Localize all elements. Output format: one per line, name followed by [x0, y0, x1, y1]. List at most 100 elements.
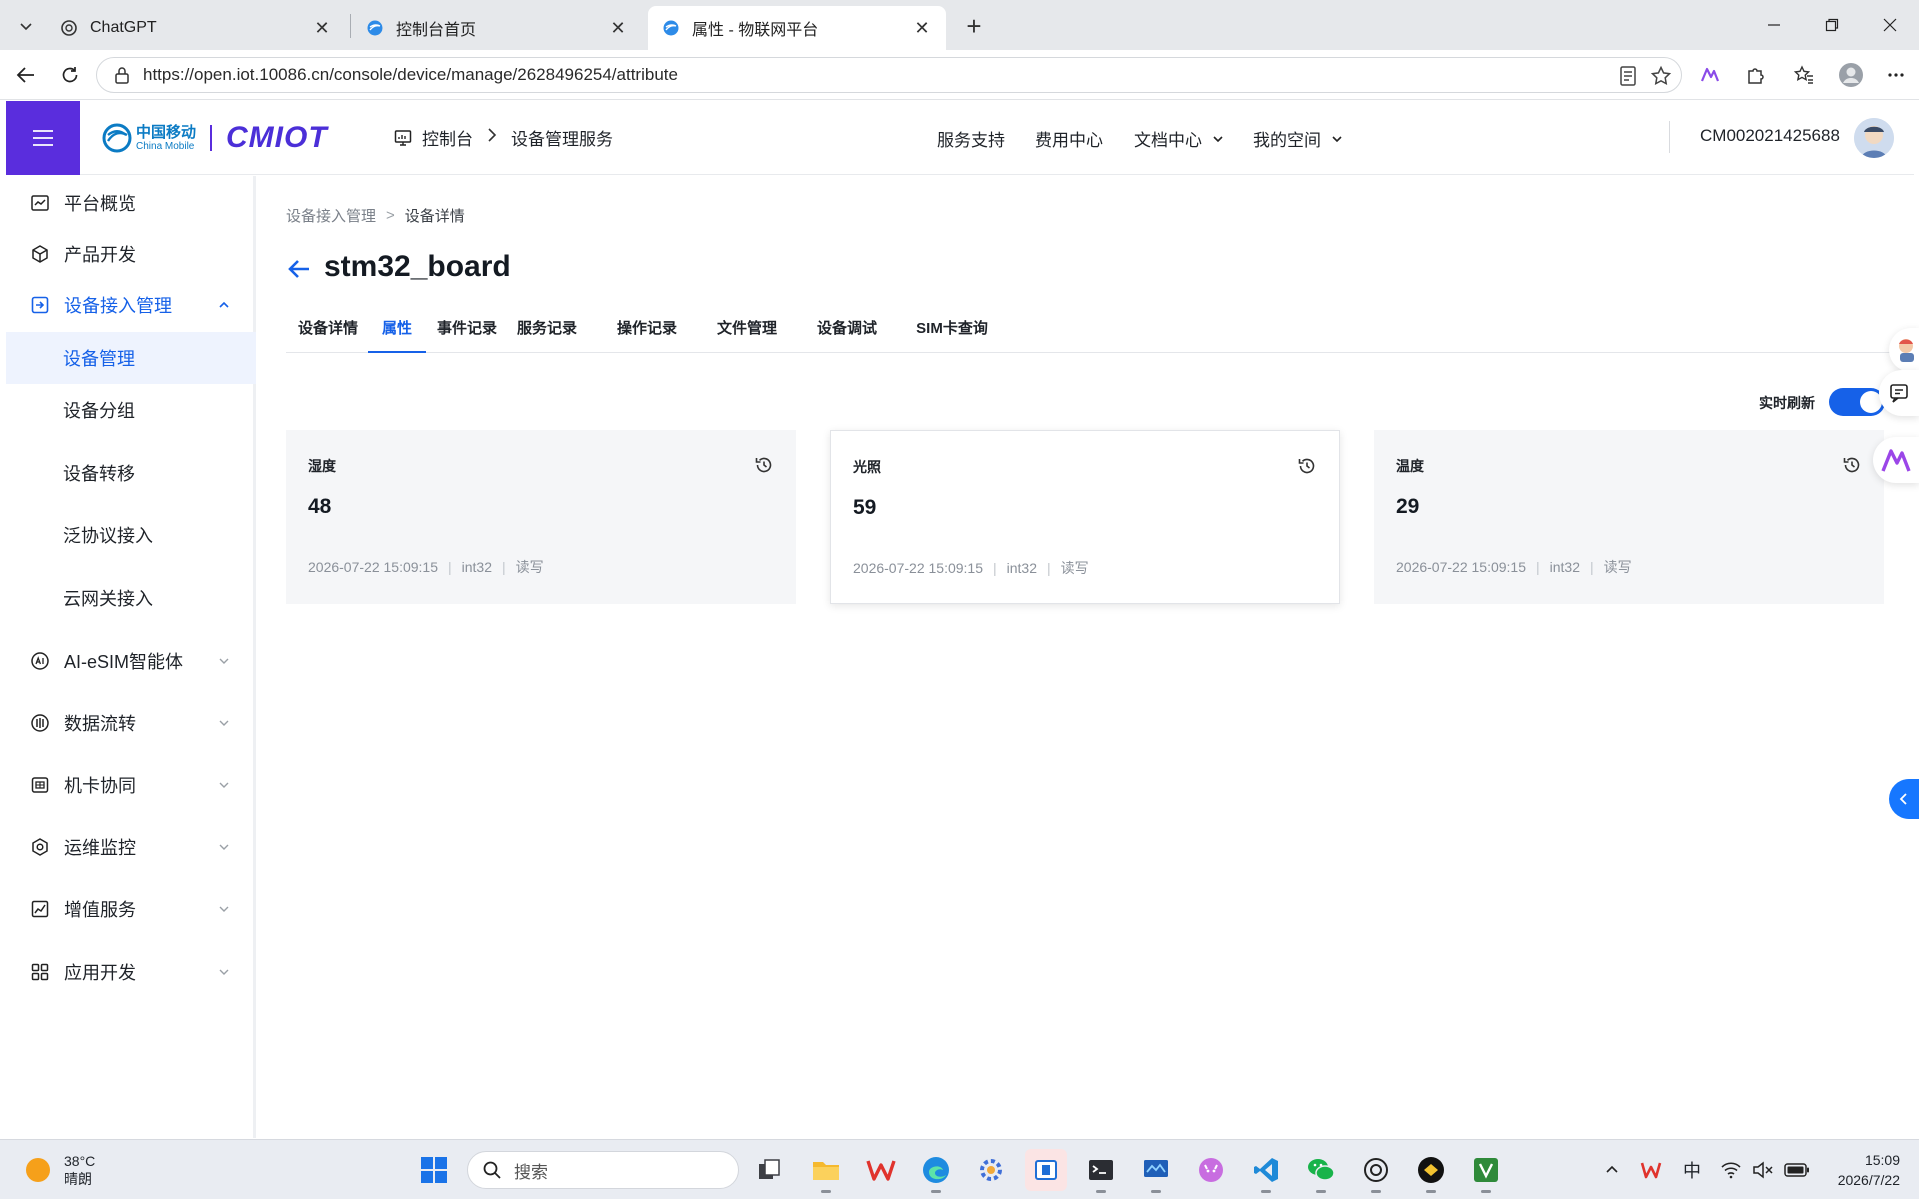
tab-event-records[interactable]: 事件记录 — [432, 317, 502, 353]
taskbar-app-cat[interactable] — [1190, 1149, 1232, 1191]
close-icon[interactable]: ✕ — [608, 18, 628, 38]
sidebar-subitem-device-transfer[interactable]: 设备转移 — [6, 447, 256, 499]
taskbar-app-green[interactable] — [1465, 1149, 1507, 1193]
sidebar-item-product-dev[interactable]: 产品开发 — [6, 229, 256, 279]
tab-attribute[interactable]: 属性 — [368, 317, 426, 353]
tray-overflow-button[interactable] — [1600, 1158, 1624, 1182]
sidebar-subitem-cloud-gateway[interactable]: 云网关接入 — [6, 572, 256, 624]
profile-button[interactable] — [1835, 59, 1867, 91]
minimize-button[interactable] — [1745, 0, 1803, 50]
taskbar-vscode[interactable] — [1245, 1149, 1287, 1193]
tab-label: 设备调试 — [816, 320, 877, 337]
tab-actions-menu-button[interactable] — [10, 10, 42, 42]
taskbar-app-gear[interactable] — [970, 1149, 1012, 1191]
sidebar-subitem-generic-protocol[interactable]: 泛协议接入 — [6, 509, 256, 561]
realtime-refresh-label: 实时刷新 — [1759, 395, 1815, 411]
favorite-star-icon[interactable] — [1650, 65, 1672, 87]
ime-indicator[interactable]: 中 — [1680, 1158, 1704, 1182]
weather-widget[interactable]: 38°C 晴朗 — [26, 1152, 95, 1188]
arrow-left-icon — [16, 67, 34, 83]
my-space-menu[interactable]: 我的空间 — [1253, 126, 1343, 151]
site-info-icon[interactable] — [111, 64, 133, 86]
avatar[interactable] — [1854, 118, 1894, 158]
close-window-button[interactable] — [1861, 0, 1919, 50]
header-crumb-console[interactable]: 控制台 — [422, 125, 473, 150]
breadcrumb-device-access[interactable]: 设备接入管理 — [286, 205, 376, 226]
url-text[interactable]: https://open.iot.10086.cn/console/device… — [143, 65, 678, 85]
taskbar-terminal[interactable] — [1080, 1149, 1122, 1193]
browser-tab-attribute[interactable]: 属性 - 物联网平台 ✕ — [648, 6, 946, 50]
browser-tab-console-home[interactable]: 控制台首页 ✕ — [352, 6, 642, 50]
sidebar-item-ai-esim[interactable]: AI-eSIM智能体 — [6, 636, 256, 686]
sidebar-subitem-device-manage[interactable]: 设备管理 — [6, 332, 256, 384]
header-crumb-device-service[interactable]: 设备管理服务 — [511, 125, 613, 150]
system-clock[interactable]: 15:09 2026/7/22 — [1820, 1150, 1900, 1190]
taskbar-task-view[interactable] — [748, 1149, 790, 1191]
taskbar-app-monitor[interactable] — [1135, 1149, 1177, 1193]
reload-button[interactable] — [54, 59, 86, 91]
windows-start-icon[interactable] — [420, 1156, 448, 1184]
taskbar-wps[interactable] — [860, 1149, 902, 1191]
favorites-button[interactable] — [1788, 59, 1820, 91]
terminal-icon — [1089, 1160, 1113, 1180]
history-icon[interactable] — [1842, 455, 1862, 475]
realtime-refresh-toggle[interactable] — [1829, 388, 1885, 416]
logo[interactable]: 中国移动 China Mobile CMIOT — [102, 119, 328, 157]
feedback-button[interactable] — [1879, 370, 1919, 416]
taskbar: 38°C 晴朗 搜索 中 15:09 2026/7/22 — [0, 1139, 1919, 1199]
tab-sim-query[interactable]: SIM卡查询 — [912, 317, 992, 353]
close-icon[interactable]: ✕ — [312, 18, 332, 38]
property-card-humidity[interactable]: 湿度 48 2026-07-22 15:09:15 | int32 | 读写 — [286, 430, 796, 604]
main-content: 设备接入管理 > 设备详情 stm32_board 设备详情 属性 事件记录 服… — [262, 176, 1914, 1138]
sidebar-item-platform-overview[interactable]: 平台概览 — [6, 178, 256, 228]
taskbar-edge[interactable] — [915, 1149, 957, 1193]
menu-toggle-button[interactable] — [6, 101, 80, 175]
tab-device-detail[interactable]: 设备详情 — [286, 317, 370, 353]
tab-service-records[interactable]: 服务记录 — [512, 317, 582, 353]
chevron-up-icon — [1606, 1165, 1618, 1173]
history-icon[interactable] — [1297, 456, 1317, 476]
tab-file-management[interactable]: 文件管理 — [712, 317, 782, 353]
tab-operation-records[interactable]: 操作记录 — [612, 317, 682, 353]
back-arrow-icon[interactable] — [286, 256, 312, 282]
extensions-button[interactable] — [1740, 59, 1772, 91]
close-icon[interactable]: ✕ — [912, 18, 932, 38]
sidebar-item-value-added[interactable]: 增值服务 — [6, 884, 256, 934]
billing-center-link[interactable]: 费用中心 — [1035, 126, 1103, 151]
sidebar-item-data-flow[interactable]: 数据流转 — [6, 698, 256, 748]
reader-mode-icon[interactable] — [1617, 65, 1639, 87]
taskbar-search-input[interactable]: 搜索 — [467, 1151, 739, 1189]
taskbar-app-active[interactable] — [1025, 1149, 1067, 1191]
service-support-link[interactable]: 服务支持 — [937, 126, 1005, 151]
sidebar-item-app-dev[interactable]: 应用开发 — [6, 947, 256, 997]
sidebar-item-card-collab[interactable]: 机卡协同 — [6, 760, 256, 810]
history-icon[interactable] — [754, 455, 774, 475]
chevron-left-icon — [1899, 793, 1907, 805]
back-button[interactable] — [10, 59, 42, 91]
sidebar-item-ops-monitor[interactable]: 运维监控 — [6, 822, 256, 872]
folder-icon — [813, 1162, 839, 1180]
address-bar[interactable]: https://open.iot.10086.cn/console/device… — [96, 57, 1682, 93]
browser-menu-button[interactable] — [1880, 59, 1912, 91]
new-tab-button[interactable]: + — [958, 10, 990, 42]
battery-status[interactable] — [1782, 1158, 1812, 1182]
property-card-light[interactable]: 光照 59 2026-07-22 15:09:15 | int32 | 读写 — [830, 430, 1340, 604]
taskbar-app-dark[interactable] — [1410, 1149, 1452, 1193]
taskbar-chatgpt[interactable] — [1355, 1149, 1397, 1193]
sidebar-item-device-access[interactable]: 设备接入管理 — [6, 280, 256, 330]
wifi-status[interactable] — [1718, 1158, 1744, 1182]
tab-device-debug[interactable]: 设备调试 — [812, 317, 882, 353]
china-mobile-emblem-icon — [102, 123, 132, 153]
browser-tab-chatgpt[interactable]: ChatGPT ✕ — [46, 6, 346, 50]
taskbar-file-explorer[interactable] — [805, 1149, 847, 1193]
docs-center-menu[interactable]: 文档中心 — [1134, 126, 1224, 151]
restore-button[interactable] — [1803, 0, 1861, 50]
account-id[interactable]: CM002021425688 — [1700, 126, 1840, 146]
tray-wps-icon[interactable] — [1638, 1158, 1664, 1182]
volume-status[interactable] — [1750, 1158, 1776, 1182]
copilot-extension-button[interactable] — [1694, 59, 1726, 91]
property-card-temperature[interactable]: 温度 29 2026-07-22 15:09:15 | int32 | 读写 — [1374, 430, 1884, 604]
ai-assistant-button[interactable] — [1873, 437, 1919, 483]
taskbar-wechat[interactable] — [1300, 1149, 1342, 1193]
sidebar-subitem-device-group[interactable]: 设备分组 — [6, 384, 256, 436]
